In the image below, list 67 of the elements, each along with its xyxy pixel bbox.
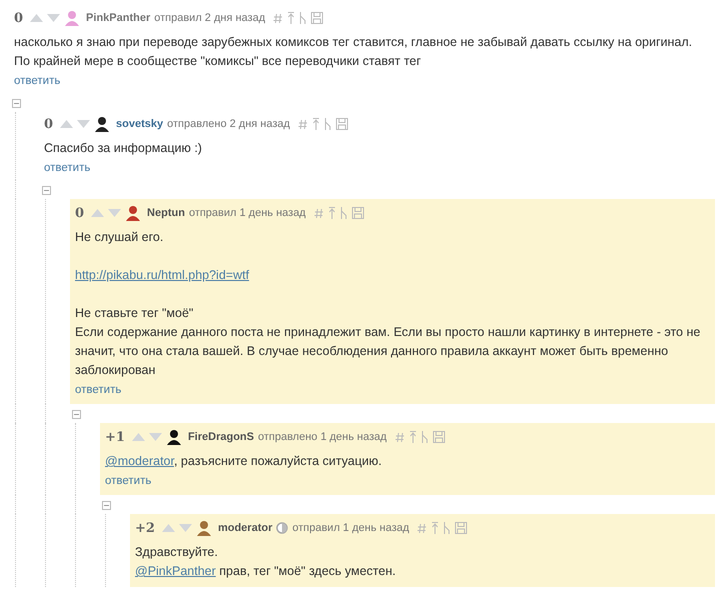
post-time: отправил 1 день назад — [188, 207, 306, 219]
branch-icon[interactable] — [420, 431, 429, 443]
collapse-icon[interactable] — [12, 99, 21, 108]
rating: +1 — [105, 430, 125, 444]
comment-text: @moderator, разъясните пожалуйста ситуацию. — [105, 453, 383, 470]
downvote-icon[interactable] — [77, 120, 90, 128]
comment-text: Здравствуйте. — [135, 544, 219, 561]
hash-icon[interactable] — [273, 12, 284, 24]
arrow-up-icon[interactable] — [408, 431, 417, 443]
save-icon[interactable] — [311, 12, 324, 24]
author-link[interactable]: moderator — [218, 522, 272, 534]
arrow-up-icon[interactable] — [328, 207, 336, 219]
hash-icon[interactable] — [314, 208, 324, 218]
comment-text: Не ставьте тег "моё" — [75, 305, 194, 322]
arrow-up-icon[interactable] — [431, 522, 440, 534]
upvote-icon[interactable] — [60, 120, 74, 128]
rating: 0 — [44, 116, 54, 132]
post-time: отправлено 2 дня назад — [167, 118, 290, 130]
upvote-icon[interactable] — [30, 14, 44, 22]
save-icon[interactable] — [455, 522, 468, 534]
post-time: отправил 1 день назад — [292, 522, 410, 534]
rating: 0 — [14, 10, 24, 26]
branch-icon[interactable] — [324, 118, 332, 130]
post-time: отправил 2 дня назад — [154, 12, 266, 24]
author-link[interactable]: sovetsky — [116, 118, 164, 130]
rating: +2 — [135, 520, 155, 536]
comment-text: Спасибо за информацию :) — [44, 140, 203, 157]
collapse-icon[interactable] — [102, 501, 111, 510]
reply-link[interactable]: ответить — [44, 162, 90, 174]
downvote-icon[interactable] — [148, 433, 162, 441]
link[interactable]: http://pikabu.ru/html.php?id=wtf — [75, 268, 250, 282]
comment-text: @PinkPanther прав, тег "моё" здесь уместен. — [135, 563, 397, 580]
arrow-up-icon[interactable] — [287, 12, 296, 24]
rating: 0 — [75, 206, 84, 220]
author-link[interactable]: FireDragonS — [188, 431, 254, 443]
comment-text: насколько я знаю при переводе зарубежных комиксов тег ставится, главное не забывай давать ссылку на оригинал. — [14, 34, 694, 51]
upvote-icon[interactable] — [132, 433, 145, 441]
avatar-icon[interactable] — [166, 429, 182, 445]
reply-link[interactable]: ответить — [14, 75, 60, 87]
collapse-icon[interactable] — [72, 410, 81, 419]
author-link[interactable]: PinkPanther — [86, 12, 150, 24]
comment-text: Если содержание данного поста не принадлежит вам. Если вы просто нашли картинку в интернете - это не значит, что она стала вашей. В случае несоблюдения данного правила аккаунт может быть временно заблокирован — [75, 324, 702, 379]
hash-icon[interactable] — [394, 432, 405, 442]
branch-icon[interactable] — [443, 522, 452, 534]
hash-icon[interactable] — [417, 522, 428, 534]
arrow-up-icon[interactable] — [312, 118, 320, 130]
comment-text: По крайней мере в сообществе "комиксы" все переводчики ставят тег — [14, 53, 422, 70]
upvote-icon[interactable] — [91, 209, 104, 217]
save-icon[interactable] — [432, 431, 445, 443]
link[interactable]: @moderator — [105, 454, 174, 468]
branch-icon[interactable] — [340, 207, 348, 219]
downvote-icon[interactable] — [47, 14, 60, 22]
branch-icon[interactable] — [299, 12, 308, 24]
save-icon[interactable] — [352, 207, 364, 219]
link[interactable]: @PinkPanther — [135, 564, 216, 578]
reply-link[interactable]: ответить — [105, 475, 152, 487]
hash-icon[interactable] — [298, 118, 308, 130]
downvote-icon[interactable] — [178, 524, 192, 532]
upvote-icon[interactable] — [162, 524, 175, 532]
avatar-icon[interactable] — [94, 116, 110, 132]
downvote-icon[interactable] — [108, 209, 122, 217]
reply-link[interactable]: ответить — [75, 384, 122, 396]
save-icon[interactable] — [336, 118, 348, 130]
post-time: отправлено 1 день назад — [258, 431, 387, 443]
collapse-icon[interactable] — [42, 186, 51, 195]
author-link[interactable]: Neptun — [147, 207, 185, 219]
comment-text: Не слушай его. — [75, 229, 164, 246]
